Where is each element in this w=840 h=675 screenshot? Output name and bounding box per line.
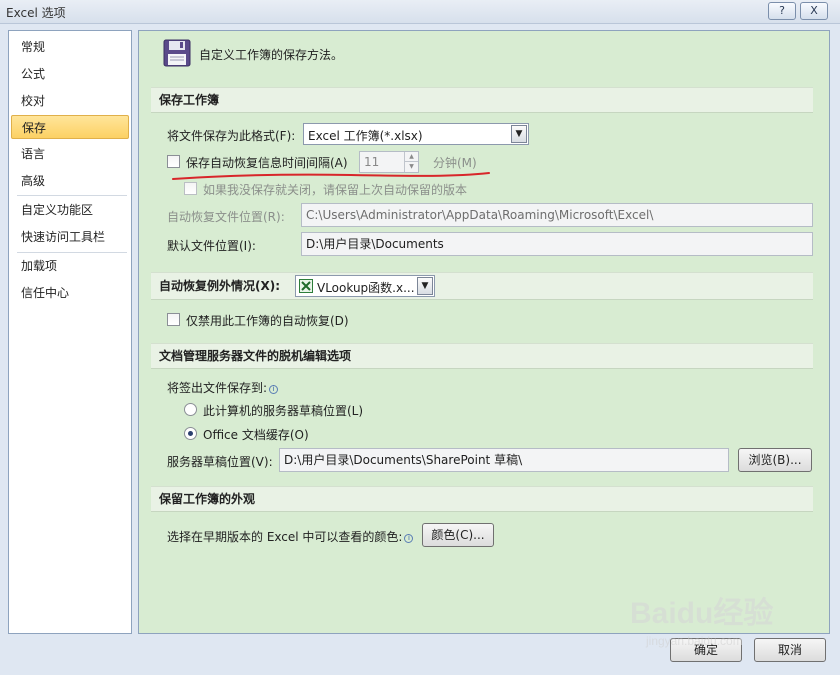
keep-last-version-checkbox[interactable]: [184, 182, 197, 195]
chevron-down-icon[interactable]: ▼: [417, 277, 433, 295]
sidebar-divider: [17, 195, 127, 196]
floppy-disk-icon: [163, 39, 191, 67]
help-button[interactable]: ?: [768, 2, 796, 20]
sidebar-divider: [17, 252, 127, 253]
sidebar-item-general[interactable]: 常规: [11, 35, 129, 59]
office-cache-radio[interactable]: [184, 427, 197, 440]
save-format-select[interactable]: Excel 工作簿(*.xlsx) ▼: [303, 123, 529, 145]
section-preserve-appearance: 保留工作簿的外观: [151, 486, 813, 512]
save-options-panel: 自定义工作簿的保存方法。 保存工作簿 将文件保存为此格式(F): Excel 工…: [138, 30, 830, 634]
server-drafts-location-label: 服务器草稿位置(V):: [167, 455, 273, 469]
autorecover-workbook-select[interactable]: VLookup函数.x... ▼: [295, 275, 435, 297]
disable-autorecover-label: 仅禁用此工作簿的自动恢复(D): [186, 314, 349, 328]
sidebar-item-quick-access-toolbar[interactable]: 快速访问工具栏: [11, 225, 129, 249]
sidebar-item-language[interactable]: 语言: [11, 142, 129, 166]
sidebar-item-advanced[interactable]: 高级: [11, 169, 129, 193]
keep-last-version-label: 如果我没保存就关闭，请保留上次自动保留的版本: [203, 183, 468, 197]
autorecover-workbook-value: VLookup函数.x...: [317, 281, 415, 295]
checkout-save-to-label: 将签出文件保存到: i: [167, 379, 279, 396]
sidebar-item-customize-ribbon[interactable]: 自定义功能区: [11, 198, 129, 222]
sidebar-item-save[interactable]: 保存: [11, 115, 129, 139]
watermark-sub: jingyan.baidu.com: [645, 634, 743, 648]
autorecover-exceptions-label: 自动恢复例外情况(X):: [159, 279, 281, 293]
options-sidebar: 常规 公式 校对 保存 语言 高级 自定义功能区 快速访问工具栏 加载项 信任中…: [8, 30, 132, 634]
autorecover-location-field[interactable]: C:\Users\Administrator\AppData\Roaming\M…: [301, 203, 813, 227]
page-description: 自定义工作簿的保存方法。: [199, 48, 344, 62]
server-drafts-option-label: 此计算机的服务器草稿位置(L): [203, 404, 364, 418]
title-bar: Excel 选项 ? X: [0, 0, 840, 24]
sidebar-item-add-ins[interactable]: 加载项: [11, 254, 129, 278]
server-drafts-location-field[interactable]: D:\用户目录\Documents\SharePoint 草稿\: [279, 448, 729, 472]
default-location-label: 默认文件位置(I):: [167, 239, 256, 253]
stepper-up-icon[interactable]: ▲: [405, 152, 418, 162]
section-offline-editing: 文档管理服务器文件的脱机编辑选项: [151, 343, 813, 369]
window-title: Excel 选项: [6, 6, 66, 20]
browse-button[interactable]: 浏览(B)...: [738, 448, 812, 472]
autorecover-location-label: 自动恢复文件位置(R):: [167, 210, 285, 224]
sidebar-item-trust-center[interactable]: 信任中心: [11, 281, 129, 305]
colors-button[interactable]: 颜色(C)...: [422, 523, 494, 547]
office-cache-option-label: Office 文档缓存(O): [203, 428, 309, 442]
autorecover-checkbox[interactable]: [167, 155, 180, 168]
info-icon: i: [404, 534, 414, 543]
section-autorecover-exceptions: 自动恢复例外情况(X):: [151, 272, 813, 300]
sidebar-item-formulas[interactable]: 公式: [11, 62, 129, 86]
save-format-label: 将文件保存为此格式(F):: [167, 129, 296, 143]
watermark-text: Baidu经验: [630, 596, 773, 630]
close-button[interactable]: X: [800, 2, 828, 20]
disable-autorecover-checkbox[interactable]: [167, 313, 180, 326]
sidebar-item-proofing[interactable]: 校对: [11, 89, 129, 113]
chevron-down-icon[interactable]: ▼: [511, 125, 527, 143]
info-icon: i: [269, 385, 279, 394]
colors-label: 选择在早期版本的 Excel 中可以查看的颜色: i: [167, 528, 414, 545]
server-drafts-radio[interactable]: [184, 403, 197, 416]
default-location-field[interactable]: D:\用户目录\Documents: [301, 232, 813, 256]
autorecover-interval-value: 11: [364, 155, 380, 169]
excel-file-icon: [299, 279, 313, 293]
section-save-workbooks: 保存工作簿: [151, 87, 813, 113]
save-format-value: Excel 工作簿(*.xlsx): [308, 129, 423, 143]
baidu-watermark: Baidu经验 jingyan.baidu.com: [630, 585, 800, 655]
baidu-paw-logo: Baidu经验 jingyan.baidu.com: [630, 596, 773, 648]
